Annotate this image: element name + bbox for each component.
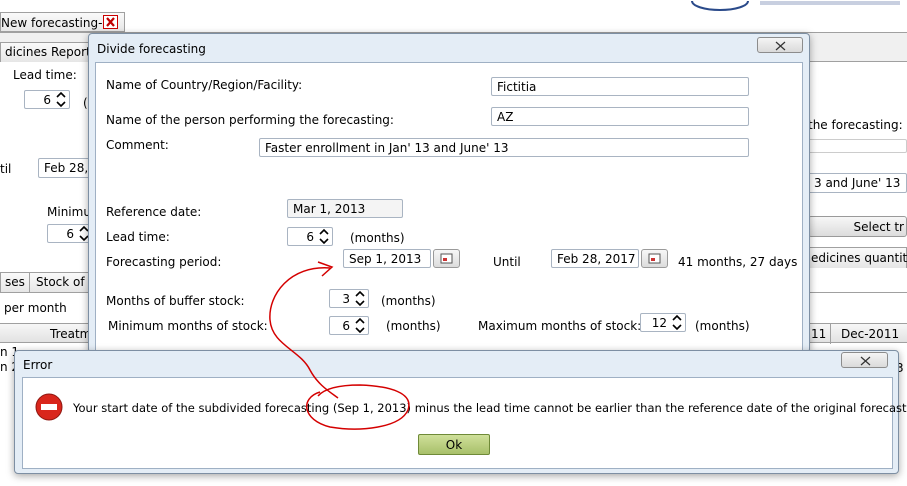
calendar-icon [648, 253, 661, 264]
close-icon [775, 41, 786, 51]
min-stock-value: 6 [342, 319, 350, 333]
table-header-col1: 11 [811, 327, 827, 341]
medicines-quantity-label: edicines quantity [811, 251, 907, 265]
tab-medicines-report[interactable]: dicines Report [0, 42, 96, 62]
country-field[interactable]: Fictitia [491, 77, 749, 96]
table-header-treatment: Treatm [50, 327, 92, 341]
max-stock-value: 12 [651, 316, 667, 330]
reference-date-label: Reference date: [106, 205, 202, 219]
subtab-uses[interactable]: ses [0, 272, 30, 292]
bg-lead-time-value: 6 [43, 93, 51, 107]
spinner-arrows-icon [355, 317, 365, 334]
subtab-uses-label: ses [5, 275, 25, 289]
bg-lead-time-spinner[interactable]: 6 [24, 90, 70, 109]
reference-date-value: Mar 1, 2013 [293, 202, 366, 216]
person-label: Name of the person performing the foreca… [106, 113, 394, 127]
bg-lead-time-label: Lead time: [13, 68, 77, 82]
period-end-value: Feb 28, 2017 [557, 252, 636, 266]
bg-comment-value: 3 and June' 13 [814, 176, 901, 190]
select-button-label: Select tr [853, 220, 904, 234]
bg-right-field [808, 139, 907, 153]
table-header-col2: Dec-2011 [841, 327, 900, 341]
period-end-calendar-button[interactable] [641, 249, 668, 268]
bg-until-field[interactable]: Feb 28, 2 [38, 158, 90, 178]
error-dialog: Error Your start date of the subdivided … [14, 350, 907, 474]
bg-minimum-value: 6 [66, 227, 74, 241]
comment-value: Faster enrollment in Jan' 13 and June' 1… [265, 141, 509, 155]
period-start-calendar-button[interactable] [433, 249, 460, 268]
spinner-arrows-icon [319, 228, 329, 245]
select-button[interactable]: Select tr [808, 216, 907, 237]
table-col-divider [830, 324, 831, 344]
buffer-stock-label: Months of buffer stock: [106, 294, 245, 308]
max-stock-spinner[interactable]: 12 [640, 313, 686, 332]
divide-dialog-title: Divide forecasting [97, 42, 206, 56]
max-stock-unit: (months) [695, 319, 750, 333]
comment-label: Comment: [106, 138, 169, 152]
tab-medicines-report-label: dicines Report [5, 45, 91, 59]
bg-comment-field[interactable]: 3 and June' 13 [808, 173, 907, 193]
country-value: Fictitia [497, 80, 537, 94]
ok-button[interactable]: Ok [418, 434, 490, 455]
close-x-icon [106, 17, 115, 27]
medicines-quantity-tab[interactable]: edicines quantity [808, 247, 907, 268]
comment-field[interactable]: Faster enrollment in Jan' 13 and June' 1… [259, 138, 749, 157]
buffer-stock-unit: (months) [381, 294, 436, 308]
document-tab[interactable]: New forecasting-0 [0, 12, 125, 32]
divide-dialog-close-button[interactable] [757, 37, 803, 53]
bg-minimum-label: Minimu [47, 205, 91, 219]
error-dialog-close-button[interactable] [841, 352, 888, 368]
forecasting-period-label: Forecasting period: [106, 255, 222, 269]
max-stock-label: Maximum months of stock: [478, 319, 642, 333]
lead-time-value: 6 [306, 230, 314, 244]
close-icon [860, 356, 871, 366]
error-message: Your start date of the subdivided foreca… [73, 401, 907, 415]
lead-time-unit: (months) [350, 231, 405, 245]
lead-time-label: Lead time: [106, 230, 170, 244]
bg-until-value: Feb 28, 2 [44, 161, 89, 175]
until-label: Until [493, 255, 521, 269]
ok-button-label: Ok [445, 438, 463, 452]
buffer-stock-spinner[interactable]: 3 [329, 289, 369, 308]
bg-paren: ( [83, 96, 88, 110]
min-stock-spinner[interactable]: 6 [329, 316, 369, 335]
reference-date-field: Mar 1, 2013 [287, 199, 403, 218]
error-dialog-title: Error [23, 358, 53, 372]
spinner-arrows-icon [56, 91, 66, 108]
bg-performing-label: the forecasting: [808, 118, 903, 132]
divide-dialog-body: Name of Country/Region/Facility: Fictiti… [95, 62, 803, 354]
logo-partial [690, 0, 907, 11]
logo-icon [691, 0, 900, 11]
period-start-value: Sep 1, 2013 [349, 252, 422, 266]
period-duration: 41 months, 27 days [678, 255, 798, 269]
person-value: AZ [497, 110, 514, 124]
bg-minimum-spinner[interactable]: 6 [47, 224, 93, 243]
lead-time-spinner[interactable]: 6 [287, 227, 333, 246]
close-tab-icon[interactable] [103, 15, 118, 29]
period-end-field[interactable]: Feb 28, 2017 [551, 249, 639, 268]
error-dialog-body: Your start date of the subdivided foreca… [22, 377, 907, 469]
person-field[interactable]: AZ [491, 107, 749, 126]
country-label: Name of Country/Region/Facility: [106, 78, 303, 92]
buffer-stock-value: 3 [342, 292, 350, 306]
per-month-label: per month [4, 301, 67, 315]
error-icon [35, 393, 63, 421]
spinner-arrows-icon [355, 290, 365, 307]
calendar-icon [440, 253, 453, 264]
min-stock-label: Minimum months of stock: [108, 319, 268, 333]
bg-until-label: til [0, 162, 12, 176]
document-tab-label: New forecasting-0 [1, 16, 111, 30]
divide-forecasting-dialog: Divide forecasting Name of Country/Regio… [88, 33, 810, 354]
spinner-arrows-icon [672, 314, 682, 331]
min-stock-unit: (months) [386, 319, 441, 333]
period-start-field[interactable]: Sep 1, 2013 [343, 249, 431, 268]
